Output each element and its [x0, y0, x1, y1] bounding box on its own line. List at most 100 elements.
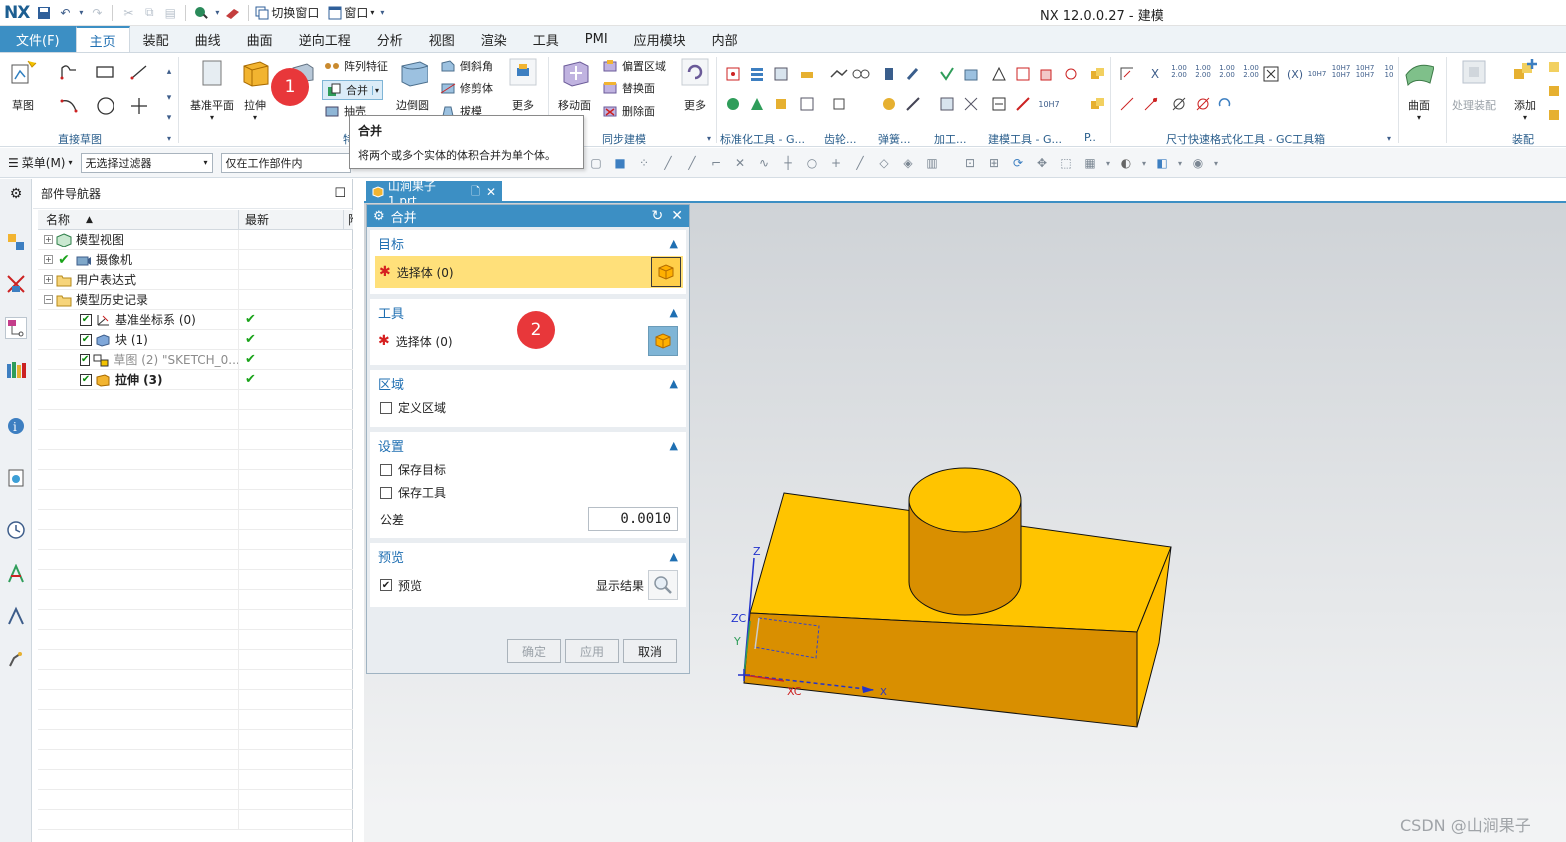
document-tab[interactable]: 山涧果子1.prt 🗋 ✕: [366, 179, 502, 208]
gallery-expand-icon[interactable]: ▾: [160, 109, 178, 127]
switch-window-button[interactable]: 切换窗口: [255, 4, 319, 21]
spring-tool-icon[interactable]: [904, 95, 922, 113]
chamfer-button[interactable]: 倒斜角: [440, 58, 493, 74]
define-region-checkbox[interactable]: [380, 401, 392, 414]
cancel-button[interactable]: 取消: [623, 639, 677, 663]
tree-row-model-history[interactable]: − 模型历史记录: [38, 290, 353, 310]
modeling-tool-icon[interactable]: [990, 65, 1008, 83]
modeling-tool-icon[interactable]: [1014, 65, 1032, 83]
dimension-tool-icon[interactable]: 1.00 2.00: [1242, 63, 1260, 81]
spring-tool-icon[interactable]: [880, 95, 898, 113]
move-face-button[interactable]: 移动面: [558, 57, 591, 113]
edge-display-icon[interactable]: ◐: [1116, 153, 1136, 173]
close-tab-icon[interactable]: ✕: [486, 185, 496, 199]
pan-icon[interactable]: ✥: [1032, 153, 1052, 173]
profile-icon[interactable]: [60, 63, 78, 81]
offset-region-button[interactable]: 偏置区域: [602, 58, 666, 74]
gear-icon[interactable]: ⚙: [5, 183, 27, 205]
sketch-button[interactable]: 草图: [8, 57, 38, 113]
surface-button[interactable]: 曲面 ▾: [1404, 57, 1434, 122]
column-header-name[interactable]: 名称 ▲: [38, 210, 239, 229]
part-navigator-icon[interactable]: [5, 317, 27, 339]
apply-button[interactable]: 应用: [565, 639, 619, 663]
gc-tool-icon[interactable]: [772, 65, 790, 83]
dimension-tool-icon[interactable]: [1170, 95, 1188, 113]
replace-face-button[interactable]: 替换面: [602, 80, 655, 96]
section-view-dropdown-icon[interactable]: ▾: [1212, 153, 1220, 173]
datum-plane-button[interactable]: 基准平面 ▾: [190, 57, 234, 122]
tab-render[interactable]: 渲染: [468, 26, 520, 52]
tree-row-sketch[interactable]: ✔ 草图 (2) "SKETCH_0... ✔: [38, 350, 353, 370]
tree-row-datum-csys[interactable]: ✔ 基准坐标系 (0) ✔: [38, 310, 353, 330]
gc-tool-icon[interactable]: [798, 95, 816, 113]
snap-grid-icon[interactable]: ▥: [922, 153, 942, 173]
assembly-tool-icon[interactable]: [1546, 59, 1564, 77]
modeling-tool-icon[interactable]: [990, 95, 1008, 113]
keep-tool-option[interactable]: 保存工具: [370, 481, 686, 504]
dimension-tool-icon[interactable]: [1142, 95, 1160, 113]
tree-row-extrude[interactable]: ✔ 拉伸 (3) ✔: [38, 370, 353, 390]
robot-icon[interactable]: [5, 647, 27, 669]
dimension-tool-icon[interactable]: [1118, 95, 1136, 113]
gear-tool-icon[interactable]: [852, 65, 870, 83]
machining-tool-icon[interactable]: [938, 65, 956, 83]
tab-file[interactable]: 文件(F): [0, 26, 76, 52]
snap-midpoint-icon[interactable]: ╱: [682, 153, 702, 173]
p-tool-icon[interactable]: [1088, 65, 1106, 83]
customize-dropdown-icon[interactable]: ▾: [377, 4, 387, 22]
wireframe-icon[interactable]: ▢: [586, 153, 606, 173]
section-settings-header[interactable]: 设置 ▲: [370, 432, 686, 458]
window-menu-button[interactable]: 窗口 ▾: [328, 4, 374, 21]
point-cloud-icon[interactable]: ⁘: [634, 153, 654, 173]
undo-icon[interactable]: ↶: [56, 4, 74, 22]
selection-scope-select[interactable]: 仅在工作部件内: [220, 152, 351, 173]
dimension-tool-icon[interactable]: 10H7 10H7: [1332, 63, 1351, 81]
dimension-tool-icon[interactable]: 1.00 2.00: [1218, 63, 1236, 81]
reset-icon[interactable]: ↻: [652, 208, 664, 224]
dimension-tool-icon[interactable]: 10H7 10H7: [1356, 63, 1375, 81]
gallery-scroll-up-icon[interactable]: ▴: [160, 63, 178, 81]
tab-surface[interactable]: 曲面: [234, 26, 286, 52]
tab-reverse-engineering[interactable]: 逆向工程: [286, 26, 364, 52]
tab-tools[interactable]: 工具: [520, 26, 572, 52]
tool-select-body-button[interactable]: [648, 326, 678, 356]
dialog-gear-icon[interactable]: ⚙: [373, 209, 385, 224]
dimension-tool-icon[interactable]: 10 10: [1380, 63, 1398, 81]
unite-button[interactable]: 合并 ▾: [322, 80, 384, 100]
snap-endpoint-icon[interactable]: ╱: [658, 153, 678, 173]
undo-dropdown-icon[interactable]: ▾: [77, 4, 85, 22]
snap-point-on-face-icon[interactable]: ◇: [874, 153, 894, 173]
snap-arc-icon[interactable]: ∿: [754, 153, 774, 173]
snap-quadrant-icon[interactable]: ┼: [778, 153, 798, 173]
zoom-icon[interactable]: ⊞: [984, 153, 1004, 173]
cylinder-top-face[interactable]: [908, 467, 1022, 533]
snap-control-point-icon[interactable]: ⌐: [706, 153, 726, 173]
close-icon[interactable]: ✕: [671, 208, 683, 224]
tree-row-cameras[interactable]: + ✔ 摄像机: [38, 250, 353, 270]
expand-icon[interactable]: +: [44, 275, 53, 284]
paste-icon[interactable]: ▤: [161, 4, 179, 22]
modeling-tool-icon[interactable]: [1014, 95, 1032, 113]
group-options-icon[interactable]: ▾: [1380, 129, 1398, 147]
tab-internal[interactable]: 内部: [699, 26, 751, 52]
save-icon[interactable]: [35, 4, 53, 22]
snap-intersection-icon[interactable]: ✕: [730, 153, 750, 173]
cut-icon[interactable]: ✂: [119, 4, 137, 22]
gear-tool-icon[interactable]: [830, 95, 848, 113]
view-cube-dropdown-icon[interactable]: ▾: [1176, 153, 1184, 173]
history-icon[interactable]: [5, 519, 27, 541]
snap-existing-point-icon[interactable]: +: [826, 153, 846, 173]
preview-checkbox[interactable]: ✔: [380, 579, 392, 591]
machining-tool-icon[interactable]: [962, 65, 980, 83]
keep-target-option[interactable]: 保存目标: [370, 458, 686, 481]
web-browser-icon[interactable]: [5, 467, 27, 489]
edge-display-dropdown-icon[interactable]: ▾: [1140, 153, 1148, 173]
spring-tool-icon[interactable]: [880, 65, 898, 83]
group-options-icon[interactable]: ▾: [160, 129, 178, 147]
snap-bounded-grid-icon[interactable]: ◈: [898, 153, 918, 173]
target-select-body-button[interactable]: [651, 257, 681, 287]
visibility-checkbox[interactable]: ✔: [80, 313, 92, 326]
more-button[interactable]: 更多: [508, 57, 538, 113]
define-region-option[interactable]: 定义区域: [370, 396, 686, 419]
target-select-body[interactable]: ✱ 选择体 (0): [375, 256, 683, 288]
